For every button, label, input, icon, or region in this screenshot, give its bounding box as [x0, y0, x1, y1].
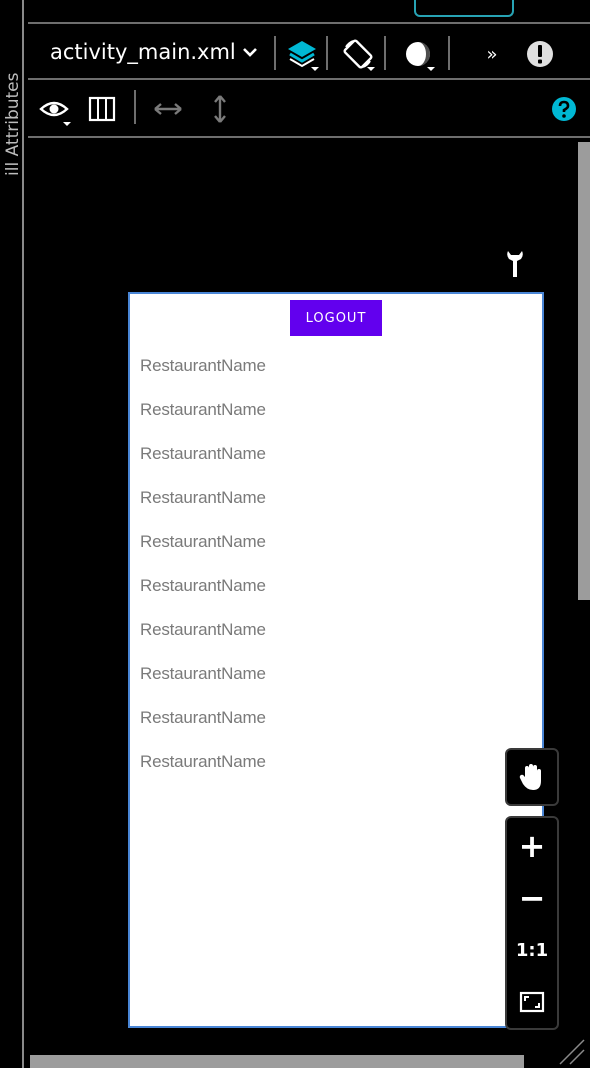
orientation-button[interactable] — [340, 36, 376, 72]
fit-screen-button[interactable] — [507, 978, 557, 1026]
night-mode-button[interactable] — [400, 36, 436, 72]
rotate-device-icon — [343, 39, 373, 69]
theme-circle-icon — [406, 42, 430, 66]
view-options-button[interactable] — [36, 91, 72, 127]
restaurant-name-item[interactable]: RestaurantName — [140, 488, 266, 508]
columns-icon — [88, 96, 116, 122]
help-icon — [552, 97, 576, 121]
pan-tool-panel — [505, 748, 559, 806]
hand-icon — [519, 764, 541, 790]
dropdown-indicator — [311, 67, 319, 71]
layers-button[interactable] — [284, 36, 320, 72]
restaurant-name-item[interactable]: RestaurantName — [140, 752, 266, 772]
issues-button[interactable] — [522, 36, 558, 72]
chevron-down-icon — [242, 48, 257, 57]
toolbar-separator — [134, 90, 136, 124]
blueprint-toggle-button[interactable] — [84, 91, 120, 127]
side-tab-prefix: ill — [3, 161, 23, 176]
restaurant-name-item[interactable]: RestaurantName — [140, 576, 266, 596]
toolbar-divider — [28, 78, 590, 80]
resize-grip-icon[interactable] — [556, 1036, 586, 1066]
horizontal-arrows-icon — [154, 103, 182, 115]
vertical-scrollbar-thumb[interactable] — [578, 142, 590, 600]
zoom-in-button[interactable]: + — [507, 822, 557, 870]
top-divider — [28, 22, 590, 24]
zoom-controls-panel: + − 1:1 — [505, 816, 559, 1030]
layers-icon — [288, 41, 316, 68]
help-button[interactable] — [546, 91, 582, 127]
toolbar-separator — [384, 36, 386, 70]
restaurant-name-item[interactable]: RestaurantName — [140, 532, 266, 552]
pan-button[interactable] — [507, 750, 557, 804]
eye-icon — [39, 101, 69, 117]
wrench-icon[interactable] — [504, 249, 526, 279]
logout-button[interactable]: LOGOUT — [290, 300, 382, 336]
dropdown-indicator — [63, 122, 71, 126]
toolbar-separator — [448, 36, 450, 70]
top-tab-accent — [414, 0, 514, 17]
restaurant-name-item[interactable]: RestaurantName — [140, 708, 266, 728]
horizontal-resize-button[interactable] — [150, 91, 186, 127]
restaurant-name-item[interactable]: RestaurantName — [140, 620, 266, 640]
view-options-toolbar — [26, 82, 590, 136]
file-selector-button[interactable]: activity_main.xml — [50, 38, 258, 66]
horizontal-scrollbar-thumb[interactable] — [30, 1055, 524, 1068]
dropdown-indicator — [367, 67, 375, 71]
restaurant-name-item[interactable]: RestaurantName — [140, 444, 266, 464]
fit-screen-icon — [519, 991, 545, 1013]
vertical-arrows-icon — [214, 95, 226, 123]
side-tab-label: ill Attributes — [3, 0, 23, 177]
attributes-side-tab[interactable]: ill Attributes — [0, 0, 24, 1068]
toolbar-separator — [326, 36, 328, 70]
overflow-chevrons-icon: » — [486, 43, 498, 65]
side-tab-text: Attributes — [3, 72, 23, 157]
device-preview[interactable]: LOGOUT RestaurantName RestaurantName Res… — [128, 292, 544, 1028]
overflow-button[interactable]: » — [474, 36, 510, 72]
restaurant-name-item[interactable]: RestaurantName — [140, 664, 266, 684]
actual-size-button[interactable]: 1:1 — [507, 926, 557, 974]
warning-icon — [527, 41, 553, 67]
design-toolbar: activity_main.xml » — [26, 26, 590, 78]
zoom-out-button[interactable]: − — [507, 874, 557, 922]
restaurant-name-item[interactable]: RestaurantName — [140, 400, 266, 420]
restaurant-name-item[interactable]: RestaurantName — [140, 356, 266, 376]
file-name: activity_main.xml — [50, 40, 236, 64]
toolbar-separator — [274, 36, 276, 70]
vertical-resize-button[interactable] — [202, 91, 238, 127]
dropdown-indicator — [427, 67, 435, 71]
